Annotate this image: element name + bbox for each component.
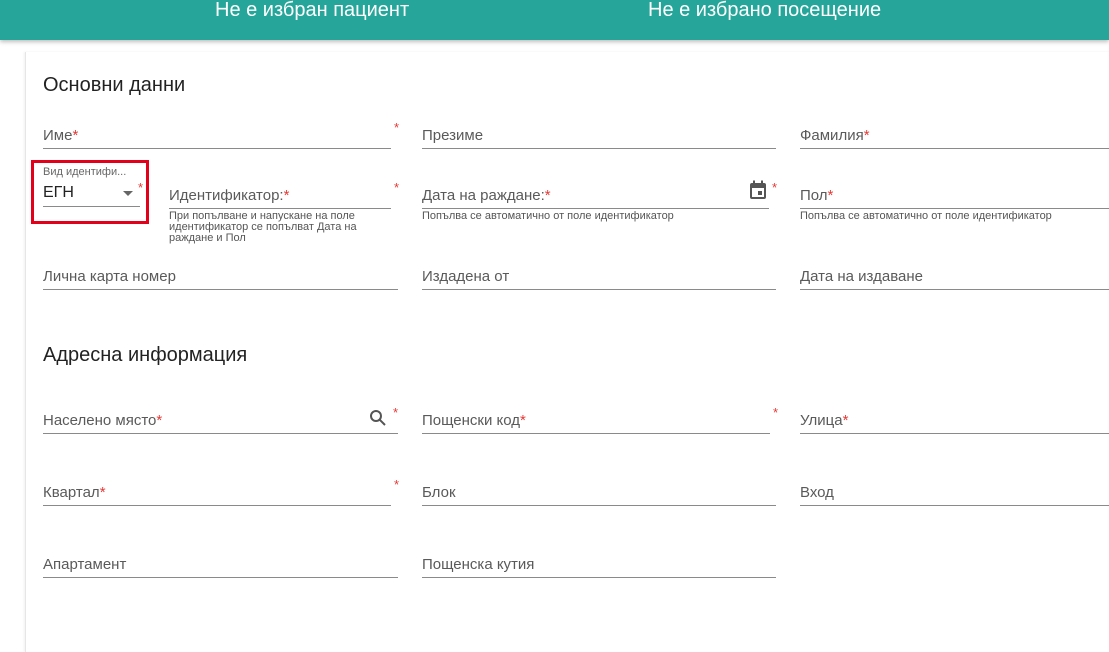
- search-icon[interactable]: [369, 409, 387, 427]
- identifier-field[interactable]: Идентификатор:* *: [169, 180, 399, 209]
- apartment-label: Апартамент: [43, 556, 127, 573]
- block-field[interactable]: Блок: [422, 479, 776, 506]
- last-name-label: Фамилия: [800, 127, 864, 144]
- issue-date-label: Дата на издаване: [800, 268, 923, 285]
- required-star: *: [393, 120, 399, 135]
- identifier-hint: При попълване и напускане на поле иденти…: [169, 210, 357, 244]
- middle-name-field[interactable]: Презиме: [422, 122, 776, 149]
- street-field[interactable]: Улица*: [800, 407, 1109, 434]
- identifier-label: Идентификатор:: [169, 187, 284, 204]
- apartment-field[interactable]: Апартамент: [43, 551, 398, 578]
- block-label: Блок: [422, 484, 456, 501]
- city-field[interactable]: Населено място* *: [43, 405, 398, 434]
- required-star: *: [393, 477, 399, 492]
- top-bar: Не е избран пациент Не е избрано посещен…: [0, 0, 1109, 40]
- required-star: *: [393, 180, 399, 195]
- required-star: *: [771, 180, 777, 195]
- po-box-label: Пощенска кутия: [422, 556, 535, 573]
- district-field[interactable]: Квартал* *: [43, 477, 399, 506]
- id-card-field[interactable]: Лична карта номер: [43, 263, 398, 290]
- first-name-field[interactable]: Име* *: [43, 120, 399, 149]
- postal-code-field[interactable]: Пощенски код* *: [422, 405, 778, 434]
- issue-date-field[interactable]: Дата на издаване: [800, 263, 1109, 290]
- po-box-field[interactable]: Пощенска кутия: [422, 551, 776, 578]
- postal-code-label: Пощенски код: [422, 412, 521, 429]
- middle-name-label: Презиме: [422, 127, 484, 144]
- first-name-label: Име: [43, 127, 73, 144]
- district-label: Квартал: [43, 484, 100, 501]
- sex-field[interactable]: Пол*: [800, 182, 1109, 209]
- last-name-field[interactable]: Фамилия*: [800, 122, 1109, 149]
- entrance-field[interactable]: Вход: [800, 479, 1109, 506]
- street-label: Улица: [800, 412, 843, 429]
- id-card-label: Лична карта номер: [43, 268, 176, 285]
- entrance-label: Вход: [800, 484, 834, 501]
- patient-status: Не е избран пациент: [215, 0, 410, 21]
- required-star: *: [392, 405, 398, 420]
- id-type-value: ЕГН: [43, 184, 74, 201]
- sex-hint: Попълва се автоматично от поле идентифик…: [800, 210, 1052, 222]
- sex-label: Пол: [800, 187, 828, 204]
- id-type-label: Вид идентифи...: [43, 166, 127, 178]
- basic-data-title: Основни данни: [43, 74, 186, 96]
- required-star: *: [772, 405, 778, 420]
- birth-date-field[interactable]: Дата на раждане:* *: [422, 180, 777, 209]
- address-title: Адресна информация: [43, 344, 248, 366]
- issued-by-field[interactable]: Издадена от: [422, 263, 776, 290]
- city-label: Населено място: [43, 412, 157, 429]
- visit-status: Не е избрано посещение: [648, 0, 882, 21]
- issued-by-label: Издадена от: [422, 268, 510, 285]
- birth-date-hint: Попълва се автоматично от поле идентифик…: [422, 210, 674, 222]
- id-type-select[interactable]: Вид идентифи... ЕГН: [43, 166, 140, 207]
- birth-date-label: Дата на раждане:: [422, 187, 545, 204]
- calendar-icon[interactable]: [749, 180, 767, 200]
- chevron-down-icon[interactable]: [123, 191, 133, 196]
- required-star: *: [138, 180, 144, 195]
